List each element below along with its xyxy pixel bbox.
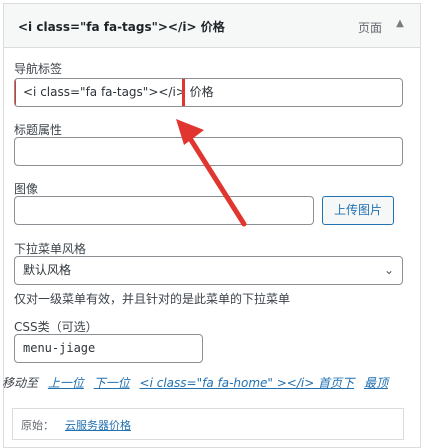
move-top-link[interactable]: 最顶	[364, 376, 388, 390]
dropdown-style-select[interactable]: 默认风格 ⌄	[14, 256, 403, 285]
css-class-value: menu-jiage	[23, 341, 96, 355]
title-attr-label: 标题属性	[14, 123, 63, 137]
menu-item-header[interactable]: <i class="fa fa-tags"></i> 价格 页面 ▲	[4, 4, 420, 48]
move-label: 移动至	[2, 376, 39, 390]
dropdown-style-help: 仅对一级菜单有效，并且针对的是此菜单的下拉菜单	[14, 292, 291, 306]
css-class-input[interactable]: menu-jiage	[14, 334, 203, 363]
nav-label-label: 导航标签	[14, 62, 63, 76]
dropdown-style-value: 默认风格	[23, 263, 72, 277]
image-input[interactable]	[14, 196, 314, 225]
nav-label-input[interactable]: <i class="fa fa-tags"></i> 价格	[14, 78, 403, 107]
triangle-up-icon[interactable]: ▲	[394, 18, 406, 30]
css-class-label: CSS类（可选）	[14, 320, 98, 334]
original-box: 原始： 云服务器价格	[12, 408, 404, 440]
menu-item-title: <i class="fa fa-tags"></i> 价格	[18, 20, 225, 34]
highlight-box	[15, 79, 185, 106]
dropdown-style-label: 下拉菜单风格	[14, 242, 87, 256]
chevron-down-icon: ⌄	[383, 263, 394, 277]
move-down-link[interactable]: 下一位	[94, 376, 130, 390]
original-label: 原始：	[21, 419, 54, 432]
title-attr-input[interactable]	[14, 137, 403, 166]
original-link[interactable]: 云服务器价格	[65, 417, 131, 433]
image-label: 图像	[14, 182, 39, 196]
move-under-home-link[interactable]: <i class="fa fa-home" ></i> 首页下	[140, 376, 355, 390]
menu-item-type: 页面	[358, 21, 383, 35]
move-up-link[interactable]: 上一位	[48, 376, 84, 390]
upload-image-button[interactable]: 上传图片	[322, 196, 394, 225]
move-row: 移动至 上一位 下一位 <i class="fa fa-home" ></i> …	[2, 374, 388, 391]
